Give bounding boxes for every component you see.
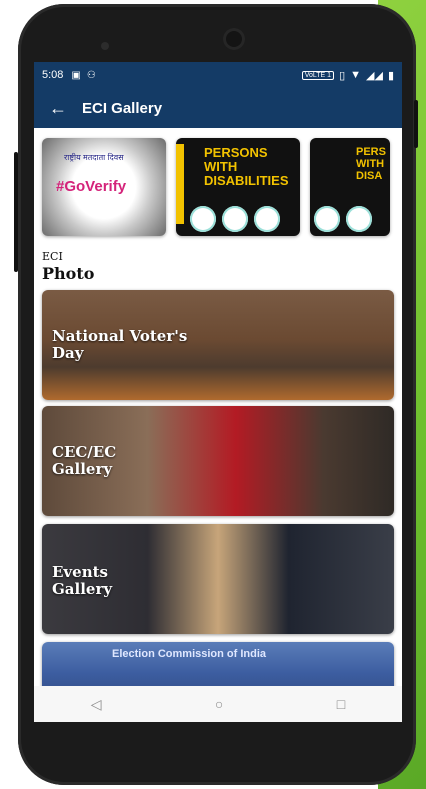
tile-label: Events Gallery	[52, 563, 113, 598]
voter-icon	[346, 206, 372, 232]
carousel-card-goverify[interactable]: राष्ट्रीय मतदाता दिवस #GoVerify	[42, 138, 166, 236]
volte-badge: VoLTE 1	[301, 70, 335, 80]
back-button[interactable]: ←	[34, 98, 82, 119]
section-label-small: ECI	[42, 250, 63, 263]
goverify-text: #GoVerify	[56, 178, 127, 195]
nav-back-button[interactable]: ◁	[91, 696, 102, 713]
vibrate-icon: ▯	[339, 69, 346, 82]
battery-icon: ▮	[387, 69, 394, 82]
accessibility-icon	[190, 206, 216, 232]
section-label-large: Photo	[42, 264, 95, 283]
app-bar: ← ECI Gallery	[34, 88, 402, 128]
card-accent-bar	[176, 144, 184, 224]
gallery-notification-icon: ▣	[71, 69, 81, 81]
gallery-tile-cec-ec[interactable]: CEC/EC Gallery	[42, 406, 394, 516]
voter-icon	[254, 206, 280, 232]
speaker-icon	[101, 42, 109, 50]
accessibility-icon	[314, 206, 340, 232]
icon-row-2	[314, 206, 372, 232]
page-title: ECI Gallery	[82, 99, 163, 117]
app-screen: 5:08 ▣ ⚇ VoLTE 1 ▯ ▼ ◢◢ ▮ ← ECI Gallery …	[34, 62, 402, 722]
tile-label: National Voter's Day	[52, 327, 188, 362]
wifi-icon: ▼	[350, 69, 362, 81]
phone-chin	[34, 722, 402, 762]
disabilities-text: PERSONS WITH DISABILITIES	[204, 145, 289, 188]
arrow-left-icon: ←	[49, 97, 67, 118]
usb-notification-icon: ⚇	[86, 69, 96, 81]
gallery-tile-national-voters-day[interactable]: National Voter's Day	[42, 290, 394, 400]
tile-label: CEC/EC Gallery	[52, 443, 117, 478]
carousel-card-disabilities[interactable]: PERSONS WITH DISABILITIES	[176, 138, 300, 236]
system-nav-bar: ◁ ○ □	[34, 686, 402, 722]
disabilities-text-2: PERS WITH DISA	[356, 146, 386, 182]
banner-carousel[interactable]: राष्ट्रीय मतदाता दिवस #GoVerify PERSONS …	[42, 138, 402, 238]
gallery-tile-events[interactable]: Events Gallery	[42, 524, 394, 634]
carousel-card-disabilities-2[interactable]: PERS WITH DISA	[310, 138, 390, 236]
status-bar: 5:08 ▣ ⚇ VoLTE 1 ▯ ▼ ◢◢ ▮	[34, 62, 402, 88]
camera-icon	[223, 28, 245, 50]
status-right: VoLTE 1 ▯ ▼ ◢◢ ▮	[301, 69, 394, 82]
tile-banner-text: Election Commission of India	[112, 648, 267, 660]
icon-row	[190, 206, 280, 232]
goverify-top-text: राष्ट्रीय मतदाता दिवस	[64, 153, 124, 162]
status-time: 5:08	[42, 69, 64, 81]
ballot-icon	[222, 206, 248, 232]
phone-power-button	[414, 100, 418, 148]
phone-side-button	[14, 152, 18, 272]
nav-recents-button[interactable]: □	[337, 696, 345, 712]
signal-icon: ◢◢	[366, 69, 383, 82]
nav-home-button[interactable]: ○	[215, 696, 223, 712]
